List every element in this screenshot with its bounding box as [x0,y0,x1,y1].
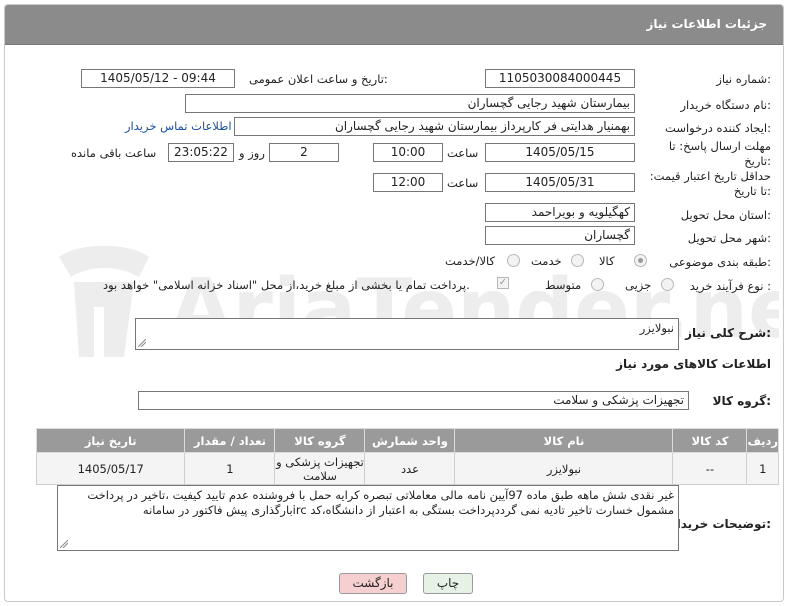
process-label: نوع فرآیند خرید : [689,279,771,293]
panel-title: جزئیات اطلاعات نیاز [646,17,767,31]
category-option-service: خدمت [531,254,562,268]
process-option-minor: جزیی [625,278,652,292]
province-label: استان محل تحویل: [680,208,771,222]
cell-date: 1405/05/17 [35,452,186,485]
price-validity-date-field: 1405/05/31 [485,173,635,192]
deadline-date-field: 1405/05/15 [485,143,635,162]
goods-info-title: اطلاعات کالاهای مورد نیاز [616,357,771,371]
table-header-row: ردیف کد کالا نام کالا واحد شمارش گروه کا… [35,428,779,453]
price-validity-hour-label: ساعت [447,176,479,190]
deadline-label: مهلت ارسال پاسخ: تا تاریخ: [668,139,771,168]
col-qty: تعداد / مقدار [184,428,276,453]
col-date: تاریخ نیاز [35,428,186,453]
goods-group-label: گروه کالا: [712,394,771,408]
buyer-org-label: نام دستگاه خریدار: [680,98,771,112]
city-label: شهر محل تحویل: [687,231,771,245]
buyer-notes-field: غیر نقدی شش ماهه طبق ماده 97آیین نامه ما… [57,485,679,551]
payment-checkbox[interactable]: ✓ [497,277,509,289]
resize-handle-icon[interactable] [60,540,68,548]
table-row: 1 -- نبولایزر عدد تجهیزات پزشکی و سلامت … [35,452,779,485]
category-option-goods-service: کالا/خدمت [445,254,496,268]
goods-table: ردیف کد کالا نام کالا واحد شمارش گروه کا… [35,428,779,485]
summary-field: نبولایزر [135,318,679,350]
cell-qty: 1 [184,452,276,485]
price-validity-time-field: 12:00 [373,173,443,192]
cell-name: نبولایزر [454,452,674,485]
category-radio-goods-service[interactable] [507,254,520,267]
buyer-org-field: بیمارستان شهید رجایی گچساران [185,94,635,113]
category-option-goods: کالا [599,254,615,268]
creator-field: بهمنیار هدایتی فر کارپرداز بیمارستان شهی… [234,117,635,136]
resize-handle-icon[interactable] [138,339,146,347]
cell-group: تجهیزات پزشکی و سلامت [274,452,366,485]
process-radio-medium[interactable] [591,278,604,291]
back-button[interactable]: بازگشت [339,573,407,594]
remaining-label: ساعت باقی مانده [71,146,157,160]
need-number-label: شماره نیاز: [716,72,771,86]
goods-group-field: تجهیزات پزشکی و سلامت [138,391,689,410]
ariatender-watermark: AriaTender.neT [59,245,779,357]
category-radio-goods[interactable] [634,254,647,267]
province-field: کهگیلویه و بویراحمد [485,203,635,222]
deadline-hour-label: ساعت [447,146,479,160]
summary-text: نبولایزر [639,321,674,335]
col-code: کد کالا [672,428,748,453]
contact-buyer-link[interactable]: اطلاعات تماس خریدار [125,119,232,133]
panel-header: جزئیات اطلاعات نیاز [5,5,783,45]
category-label: طبقه بندی موضوعی: [669,255,771,269]
days-label: روز و [239,146,265,160]
announce-label: تاریخ و ساعت اعلان عمومی: [249,72,388,86]
days-remaining-field: 2 [269,143,339,162]
need-details-panel: جزئیات اطلاعات نیاز AriaTender.neT شماره… [4,4,784,602]
summary-label: شرح کلی نیاز: [685,326,771,340]
payment-note: پرداخت تمام یا بخشی از مبلغ خرید،از محل … [103,278,470,292]
col-row: ردیف [746,428,779,453]
need-number-field: 1105030084000445 [485,69,635,88]
deadline-time-field: 10:00 [373,143,443,162]
col-unit: واحد شمارش [364,428,456,453]
col-group: گروه کالا [274,428,366,453]
col-name: نام کالا [454,428,674,453]
cell-code: -- [672,452,748,485]
cell-unit: عدد [364,452,456,485]
category-radio-service[interactable] [571,254,584,267]
creator-label: ایجاد کننده درخواست: [665,121,771,135]
print-button[interactable]: چاپ [423,573,473,594]
announce-field: 1405/05/12 - 09:44 [81,69,235,88]
process-radio-minor[interactable] [661,278,674,291]
process-option-medium: متوسط [545,278,582,292]
buyer-notes-text: غیر نقدی شش ماهه طبق ماده 97آیین نامه ما… [87,488,674,517]
price-validity-label: حداقل تاریخ اعتبار قیمت: تا تاریخ: [649,169,771,198]
city-field: گچساران [485,226,635,245]
buyer-notes-label: توضیحات خریدار: [669,517,771,531]
cell-row: 1 [746,452,779,485]
remaining-time-field: 23:05:22 [168,143,234,162]
